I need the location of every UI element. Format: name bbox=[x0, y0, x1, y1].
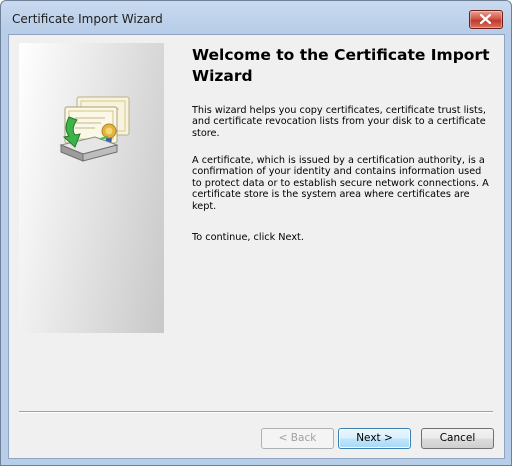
wizard-window: Certificate Import Wizard Welcome to the… bbox=[0, 0, 512, 466]
back-button[interactable]: < Back bbox=[261, 428, 334, 449]
button-divider bbox=[19, 411, 493, 413]
page-title: Welcome to the Certificate Import Wizard bbox=[192, 46, 490, 85]
continue-instruction: To continue, click Next. bbox=[192, 232, 304, 243]
intro-paragraph: This wizard helps you copy certificates,… bbox=[192, 105, 486, 139]
cancel-button[interactable]: Cancel bbox=[421, 428, 494, 449]
title-bar[interactable]: Certificate Import Wizard bbox=[1, 1, 511, 35]
window-title: Certificate Import Wizard bbox=[12, 12, 163, 26]
certificate-description-paragraph: A certificate, which is issued by a cert… bbox=[192, 155, 489, 212]
close-button[interactable] bbox=[469, 10, 503, 29]
wizard-content: Welcome to the Certificate Import Wizard… bbox=[8, 34, 505, 459]
close-icon bbox=[480, 14, 491, 24]
wizard-side-panel bbox=[19, 43, 164, 333]
next-button[interactable]: Next > bbox=[338, 428, 411, 449]
certificate-import-icon bbox=[59, 96, 130, 162]
